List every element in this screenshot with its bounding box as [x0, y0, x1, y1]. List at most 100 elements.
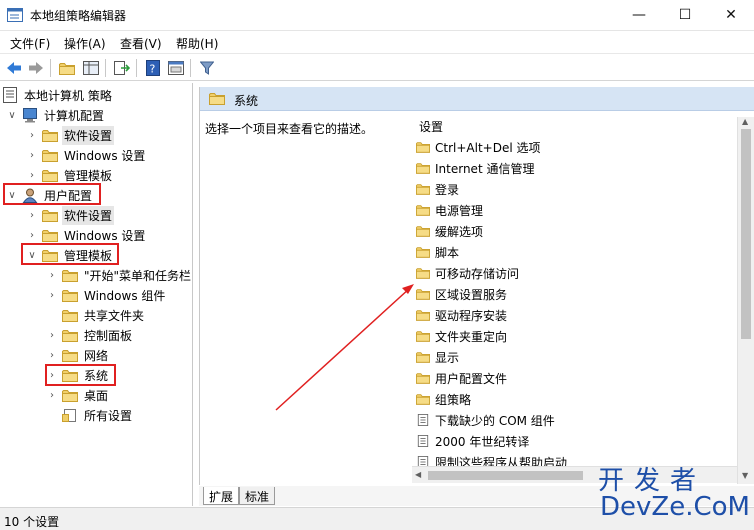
toolbar-separator	[136, 59, 137, 77]
filter-icon	[200, 61, 214, 75]
tree-node-all-settings[interactable]: 所有设置	[46, 405, 134, 425]
scrollbar-thumb[interactable]	[428, 471, 583, 480]
settings-item-label: 显示	[435, 350, 460, 365]
settings-folder-item[interactable]: 文件夹重定向	[416, 326, 507, 346]
scroll-down-icon[interactable]: ▼	[742, 471, 748, 480]
chevron-right-icon[interactable]: ›	[46, 270, 58, 281]
folder-icon	[42, 129, 58, 142]
settings-folder-item[interactable]: 驱动程序安装	[416, 305, 507, 325]
tree-node-desktop[interactable]: › 桌面	[46, 385, 110, 405]
chevron-right-icon[interactable]: ›	[26, 130, 38, 141]
chevron-down-icon[interactable]: ∨	[6, 110, 18, 121]
toolbar-separator	[190, 59, 191, 77]
tree-label: "开始"菜单和任务栏	[84, 268, 192, 283]
export-list-button[interactable]	[112, 58, 132, 78]
tree-node-control-panel[interactable]: › 控制面板	[46, 325, 134, 345]
folder-icon	[62, 309, 78, 322]
settings-policy-item[interactable]: 2000 年世纪转译	[416, 431, 529, 451]
details-header-title: 系统	[234, 94, 259, 108]
help-button[interactable]: ?	[143, 58, 163, 78]
tree-label: 管理模板	[64, 168, 113, 183]
folder-icon	[42, 169, 58, 182]
chevron-right-icon[interactable]: ›	[46, 330, 58, 341]
computer-icon	[23, 107, 37, 122]
folder-icon	[416, 141, 430, 153]
folder-icon	[416, 162, 430, 174]
maximize-button[interactable]: ☐	[662, 0, 708, 30]
tree-node-network[interactable]: › 网络	[46, 345, 110, 365]
settings-folder-item[interactable]: 电源管理	[416, 200, 483, 220]
menu-bar: 文件(F) 操作(A) 查看(V) 帮助(H)	[0, 31, 754, 53]
folder-icon	[416, 393, 430, 405]
scroll-left-icon[interactable]: ◀	[415, 470, 421, 479]
tree-node-start-menu[interactable]: › "开始"菜单和任务栏	[46, 265, 192, 285]
chevron-right-icon[interactable]: ›	[26, 150, 38, 161]
settings-folder-item[interactable]: Internet 通信管理	[416, 158, 534, 178]
folder-icon	[416, 225, 430, 237]
filter-button[interactable]	[197, 58, 217, 78]
settings-folder-item[interactable]: 用户配置文件	[416, 368, 507, 388]
column-header-settings[interactable]: 设置	[419, 118, 443, 135]
minimize-button[interactable]: —	[616, 0, 662, 30]
window-title: 本地组策略编辑器	[30, 9, 127, 23]
tree-node-windows-components[interactable]: › Windows 组件	[46, 285, 167, 305]
settings-item-label: 可移动存储访问	[435, 266, 520, 281]
folder-icon	[62, 289, 78, 302]
settings-item-label: 电源管理	[435, 203, 484, 218]
tab-extended[interactable]: 扩展	[203, 487, 240, 505]
forward-button[interactable]	[26, 58, 46, 78]
settings-item-label: Internet 通信管理	[435, 161, 535, 176]
settings-item-label: 下载缺少的 COM 组件	[435, 413, 555, 428]
menu-view[interactable]: 查看(V)	[120, 35, 162, 52]
vertical-scrollbar[interactable]: ▲ ▼	[737, 117, 754, 484]
menu-action[interactable]: 操作(A)	[64, 35, 106, 52]
tree-node-cc-software[interactable]: › 软件设置	[26, 125, 115, 145]
tree-node-root[interactable]: 本地计算机 策略	[2, 85, 114, 105]
tree-label: Windows 组件	[84, 288, 166, 303]
back-button[interactable]	[4, 58, 24, 78]
settings-folder-item[interactable]: 显示	[416, 347, 459, 367]
settings-folder-item[interactable]: 脚本	[416, 242, 459, 262]
menu-help[interactable]: 帮助(H)	[176, 35, 218, 52]
tree-node-shared-folders[interactable]: 共享文件夹	[46, 305, 146, 325]
settings-folder-item[interactable]: 缓解选项	[416, 221, 483, 241]
highlight-box-admin-templates	[21, 243, 119, 265]
tab-standard[interactable]: 标准	[239, 487, 276, 505]
settings-item-label: 2000 年世纪转译	[435, 434, 530, 449]
tree-node-uc-windows[interactable]: › Windows 设置	[26, 225, 147, 245]
chevron-right-icon[interactable]: ›	[26, 230, 38, 241]
chevron-right-icon[interactable]: ›	[26, 210, 38, 221]
policy-setting-icon	[416, 435, 430, 447]
help-icon: ?	[146, 60, 160, 76]
menu-file[interactable]: 文件(F)	[10, 35, 50, 52]
folder-icon	[416, 309, 430, 321]
scrollbar-thumb[interactable]	[741, 129, 751, 339]
tree-node-cc-admin[interactable]: › 管理模板	[26, 165, 114, 185]
tree-node-computer-config[interactable]: ∨ 计算机配置	[6, 105, 106, 125]
folder-icon	[416, 288, 430, 300]
chevron-right-icon[interactable]: ›	[46, 290, 58, 301]
tree-label: 本地计算机 策略	[24, 88, 112, 103]
show-hide-tree-button[interactable]	[81, 58, 101, 78]
highlight-box-user-config	[3, 183, 101, 205]
settings-folder-item[interactable]: 可移动存储访问	[416, 263, 519, 283]
up-level-button[interactable]	[57, 58, 77, 78]
close-button[interactable]: ✕	[708, 0, 754, 30]
settings-folder-item[interactable]: 区域设置服务	[416, 284, 507, 304]
scroll-up-icon[interactable]: ▲	[742, 117, 748, 126]
properties-button[interactable]	[166, 58, 186, 78]
settings-policy-item[interactable]: 下载缺少的 COM 组件	[416, 410, 555, 430]
all-settings-icon	[62, 408, 76, 422]
settings-folder-item[interactable]: Ctrl+Alt+Del 选项	[416, 137, 540, 157]
settings-folder-item[interactable]: 登录	[416, 179, 459, 199]
tree-node-cc-windows[interactable]: › Windows 设置	[26, 145, 147, 165]
chevron-right-icon[interactable]: ›	[26, 170, 38, 181]
folder-icon	[416, 351, 430, 363]
tree-label: 软件设置	[62, 125, 115, 145]
tree-label: Windows 设置	[64, 148, 146, 163]
settings-item-label: 组策略	[435, 392, 472, 407]
settings-folder-item[interactable]: 组策略	[416, 389, 471, 409]
chevron-right-icon[interactable]: ›	[46, 350, 58, 361]
tree-node-uc-software[interactable]: › 软件设置	[26, 205, 115, 225]
chevron-right-icon[interactable]: ›	[46, 390, 58, 401]
